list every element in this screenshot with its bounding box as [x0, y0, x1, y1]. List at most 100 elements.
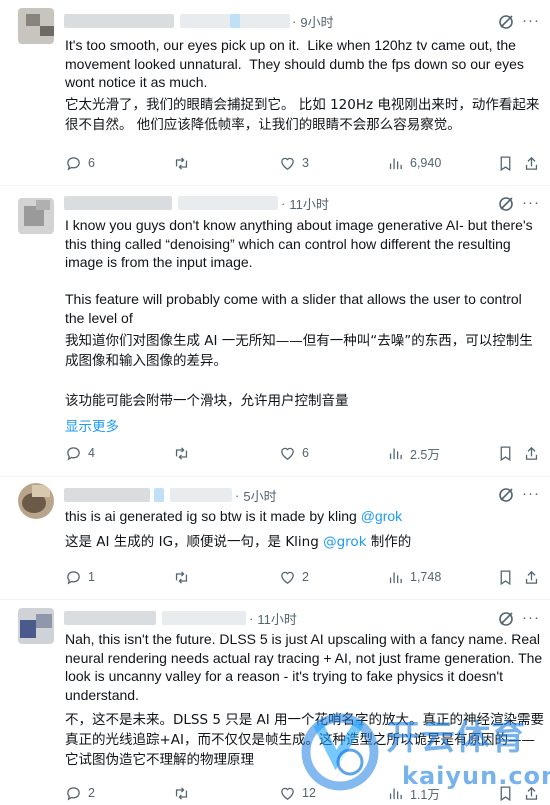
grok-icon[interactable]: [498, 196, 514, 212]
timestamp[interactable]: 9小时: [300, 12, 333, 31]
grok-icon[interactable]: [498, 487, 514, 503]
avatar[interactable]: [18, 8, 54, 44]
grok-icon[interactable]: [498, 611, 514, 627]
tweet-actions: 6 3 6,940: [65, 153, 545, 173]
views-button[interactable]: 6,940: [387, 153, 441, 173]
share-button[interactable]: [523, 153, 546, 173]
like-icon: [281, 447, 294, 460]
tweet-actions: 4 6 2.5万: [65, 443, 545, 463]
like-icon: [281, 157, 294, 170]
watermark-logo: 开云体育 kaiyun.com: [290, 702, 550, 800]
time-separator: ·: [292, 13, 297, 29]
share-button[interactable]: [523, 567, 546, 587]
reply-icon: [67, 786, 80, 800]
verified-badge: [154, 488, 164, 502]
like-button[interactable]: 6: [279, 443, 309, 463]
views-button[interactable]: 2.5万: [387, 443, 440, 463]
avatar[interactable]: [18, 483, 54, 519]
tweet-text: I know you guys don't know anything abou…: [65, 217, 533, 326]
share-icon: [525, 446, 538, 460]
author-name-redacted[interactable]: [64, 14, 174, 28]
reply-icon: [67, 570, 80, 584]
tweet-translation: 它太光滑了，我们的眼睛会捕捉到它。 比如 120Hz 电视刚出来时，动作看起来很…: [65, 97, 540, 133]
like-count: 6: [302, 446, 309, 460]
reply-count: 6: [88, 156, 95, 170]
timestamp[interactable]: 11小时: [257, 609, 297, 628]
translation-tail: 制作的: [366, 534, 412, 550]
more-icon[interactable]: ···: [522, 609, 540, 626]
view-count: 1,748: [410, 570, 442, 584]
retweet-button[interactable]: [173, 567, 196, 587]
like-count: 3: [302, 156, 309, 170]
views-button[interactable]: 1,748: [387, 567, 441, 587]
author-handle-redacted[interactable]: [178, 196, 278, 210]
time-separator: ·: [235, 487, 240, 503]
share-button[interactable]: [523, 443, 546, 463]
author-name-redacted[interactable]: [64, 611, 156, 625]
bookmark-button[interactable]: [497, 153, 520, 173]
retweet-button[interactable]: [173, 443, 196, 463]
reply-tweet[interactable]: · 9小时 ··· It's too smooth, our eyes pick…: [0, 0, 550, 186]
timestamp[interactable]: 5小时: [243, 486, 276, 505]
verified-badge: [230, 14, 240, 28]
retweet-icon: [175, 786, 188, 800]
retweet-icon: [175, 156, 188, 170]
view-count: 6,940: [410, 156, 442, 170]
like-button[interactable]: 2: [279, 567, 309, 587]
tweet-text: It's too smooth, our eyes pick up on it.…: [65, 37, 528, 90]
share-icon: [525, 156, 538, 170]
mention-link[interactable]: @grok: [323, 534, 366, 550]
retweet-button[interactable]: [173, 783, 196, 803]
author-name-redacted[interactable]: [64, 488, 150, 502]
views-icon: [389, 572, 402, 583]
bookmark-button[interactable]: [497, 443, 520, 463]
reply-button[interactable]: 6: [65, 153, 95, 173]
reply-button[interactable]: 4: [65, 443, 95, 463]
view-count: 2.5万: [410, 447, 440, 462]
more-icon[interactable]: ···: [522, 12, 540, 29]
share-icon: [525, 570, 538, 584]
tweet-text: Nah, this isn't the future. DLSS 5 is ju…: [65, 631, 547, 703]
tweet-header: · 9小时: [64, 11, 334, 31]
tweet-text-body: this is ai generated ig so btw is it mad…: [65, 508, 361, 524]
more-icon[interactable]: ···: [522, 485, 540, 502]
grok-icon[interactable]: [498, 14, 514, 30]
retweet-icon: [175, 446, 188, 460]
bookmark-icon: [500, 445, 511, 461]
bookmark-icon: [500, 569, 511, 585]
tweet-header: · 11小时: [64, 193, 329, 213]
like-count: 2: [302, 570, 309, 584]
reply-icon: [67, 156, 80, 170]
reply-icon: [67, 446, 80, 460]
bookmark-button[interactable]: [497, 567, 520, 587]
reply-count: 4: [88, 446, 95, 460]
watermark-domain: kaiyun.com: [402, 762, 550, 790]
author-handle-redacted[interactable]: [162, 611, 246, 625]
time-separator: ·: [281, 195, 286, 211]
reply-button[interactable]: 1: [65, 567, 95, 587]
tweet-text: this is ai generated ig so btw is it mad…: [65, 507, 545, 526]
watermark-brand: 开云体育: [386, 718, 526, 758]
show-more-link[interactable]: 显示更多: [65, 415, 119, 435]
views-icon: [389, 158, 402, 169]
like-button[interactable]: 3: [279, 153, 309, 173]
time-separator: ·: [249, 610, 254, 626]
like-icon: [281, 571, 294, 584]
tweet-translation: 这是 AI 生成的 IG，顺便说一句，是 Kling @grok 制作的: [65, 532, 545, 552]
avatar[interactable]: [18, 608, 54, 644]
retweet-icon: [175, 570, 188, 584]
reply-tweet[interactable]: · 11小时 ··· I know you guys don't know an…: [0, 186, 550, 477]
tweet-actions: 1 2 1,748: [65, 567, 545, 587]
author-handle-redacted[interactable]: [170, 488, 232, 502]
more-icon[interactable]: ···: [522, 194, 540, 211]
mention-link[interactable]: @grok: [361, 508, 402, 524]
views-icon: [389, 448, 402, 459]
author-name-redacted[interactable]: [64, 196, 172, 210]
retweet-button[interactable]: [173, 153, 196, 173]
reply-tweet[interactable]: · 5小时 ··· this is ai generated ig so btw…: [0, 477, 550, 600]
tweet-translation: 我知道你们对图像生成 AI 一无所知——但有一种叫“去噪”的东西，可以控制生成图…: [65, 333, 533, 409]
reply-count: 2: [88, 786, 95, 800]
reply-button[interactable]: 2: [65, 783, 95, 803]
timestamp[interactable]: 11小时: [289, 194, 329, 213]
avatar[interactable]: [18, 198, 54, 234]
